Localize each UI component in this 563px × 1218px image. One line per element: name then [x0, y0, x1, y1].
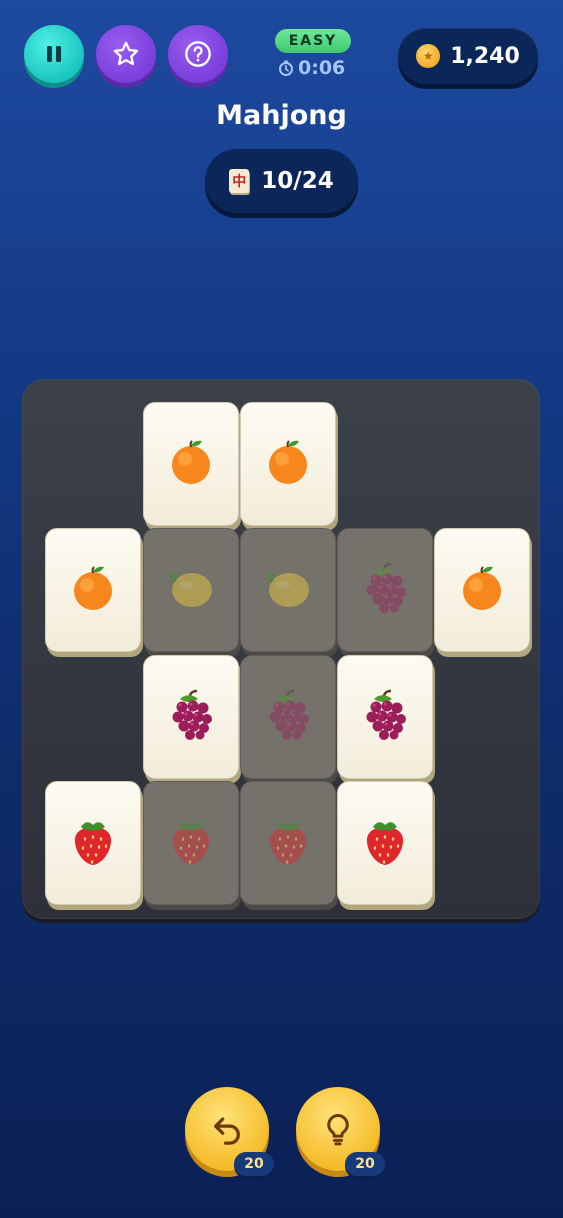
timer-value: 0:06: [298, 57, 346, 79]
game-board: [22, 379, 540, 919]
tile-face: [337, 781, 433, 905]
tile-face: [45, 528, 141, 652]
game-timer: 0:06: [278, 57, 354, 79]
strawberry-icon: [71, 815, 115, 871]
tile-face: [143, 528, 239, 652]
strawberry-icon: [266, 815, 310, 871]
tile-face: [240, 402, 336, 526]
tile-face: [240, 655, 336, 779]
orange-icon: [459, 563, 505, 617]
orange-icon: [70, 563, 116, 617]
grapes-icon: [360, 562, 410, 618]
undo-count-badge: 20: [234, 1152, 274, 1176]
tile-lemon: [143, 528, 239, 654]
tile-face: [143, 402, 239, 526]
strawberry-icon: [363, 815, 407, 871]
grapes-icon: [166, 689, 216, 745]
grapes-icon: [263, 689, 313, 745]
tile-grapes[interactable]: [337, 655, 433, 781]
lemon-icon: [166, 565, 216, 615]
tile-orange[interactable]: [434, 528, 530, 654]
tile-orange[interactable]: [143, 402, 239, 528]
clock-icon: [279, 60, 293, 76]
tile-face: [240, 781, 336, 905]
mahjong-tile-icon: 中: [229, 169, 250, 193]
tile-strawberry: [240, 781, 336, 907]
lemon-icon: [263, 565, 313, 615]
tile-strawberry[interactable]: [337, 781, 433, 907]
tile-grapes: [240, 655, 336, 781]
lightbulb-icon: [327, 1114, 349, 1146]
pause-button[interactable]: [24, 25, 84, 83]
star-icon: [113, 41, 139, 66]
help-icon: [185, 41, 211, 67]
strawberry-icon: [169, 815, 213, 871]
tile-orange[interactable]: [240, 402, 336, 528]
progress-value: 10/24: [261, 168, 334, 194]
tile-strawberry[interactable]: [45, 781, 141, 907]
help-button[interactable]: [168, 25, 228, 83]
undo-icon: [214, 1117, 240, 1145]
tile-face: [45, 781, 141, 905]
coin-amount: 1,240: [450, 43, 520, 69]
tile-face: [337, 655, 433, 779]
tile-face: [143, 655, 239, 779]
tile-lemon: [240, 528, 336, 654]
tile-strawberry: [143, 781, 239, 907]
tile-face: [240, 528, 336, 652]
grapes-icon: [360, 689, 410, 745]
coin-balance: ★ 1,240: [398, 28, 538, 84]
page-title: Mahjong: [216, 100, 347, 131]
hint-count-badge: 20: [345, 1152, 385, 1176]
difficulty-badge: EASY: [275, 29, 351, 53]
tile-face: [337, 528, 433, 652]
tile-orange[interactable]: [45, 528, 141, 654]
tile-grapes[interactable]: [143, 655, 239, 781]
favorite-button[interactable]: [96, 25, 156, 83]
tile-grapes: [337, 528, 433, 654]
tile-face: [434, 528, 530, 652]
pause-icon: [47, 46, 61, 62]
tile-face: [143, 781, 239, 905]
orange-icon: [168, 437, 214, 491]
match-progress: 中 10/24: [205, 149, 358, 213]
orange-icon: [265, 437, 311, 491]
coin-icon: ★: [416, 44, 441, 68]
